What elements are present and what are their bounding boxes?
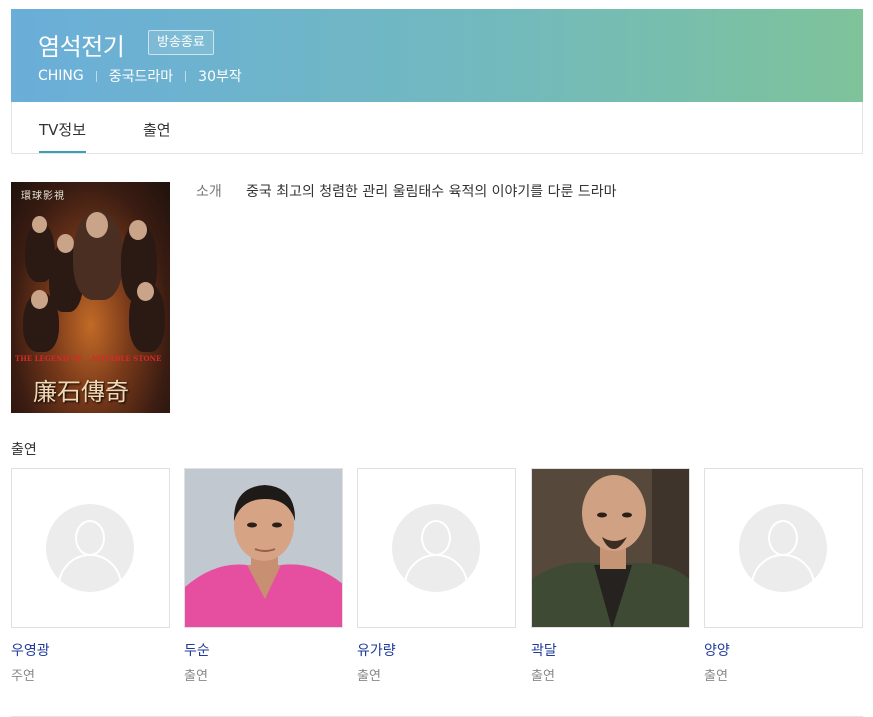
intro-label: 소개 — [196, 184, 222, 200]
cast-name[interactable]: 두순 — [184, 640, 343, 660]
cast-card[interactable]: 양양 출연 — [704, 468, 863, 684]
meta-divider — [185, 70, 187, 82]
cast-role: 주연 — [11, 669, 35, 684]
cast-photo[interactable] — [184, 468, 343, 628]
person-placeholder-icon — [46, 504, 134, 592]
cast-role: 출연 — [357, 669, 381, 684]
actor-portrait — [185, 469, 342, 627]
intro-text: 중국 최고의 청렴한 관리 울림태수 육적의 이야기를 다룬 드라마 — [246, 184, 617, 200]
poster-face — [31, 290, 48, 309]
person-placeholder-icon — [392, 504, 480, 592]
tab-bar: TV정보 출연 — [11, 102, 863, 154]
cast-name[interactable]: 곽달 — [531, 640, 690, 660]
cast-role: 출연 — [704, 669, 728, 684]
cast-card[interactable]: 우영광 주연 — [11, 468, 170, 684]
meta-divider — [95, 70, 97, 82]
cast-name[interactable]: 우영광 — [11, 640, 170, 660]
cast-name[interactable]: 양양 — [704, 640, 863, 660]
meta-channel[interactable]: CHING — [38, 68, 84, 84]
tab-tv-info[interactable]: TV정보 — [39, 119, 87, 153]
poster-face — [32, 216, 47, 233]
meta-genre: 중국드라마 — [108, 69, 174, 85]
poster-face — [129, 220, 147, 240]
cast-photo[interactable] — [531, 468, 690, 628]
drama-meta: CHING 중국드라마 30부작 — [38, 66, 242, 86]
cast-photo[interactable] — [357, 468, 516, 628]
poster-face — [137, 282, 154, 301]
person-placeholder-icon — [739, 504, 827, 592]
poster-studio-text: 環球影視 — [21, 191, 65, 202]
status-badge: 방송종료 — [148, 30, 214, 55]
cast-photo[interactable] — [704, 468, 863, 628]
cast-role: 출연 — [531, 669, 555, 684]
cast-photo[interactable] — [11, 468, 170, 628]
intro-section: 소개 중국 최고의 청렴한 관리 울림태수 육적의 이야기를 다룬 드라마 — [196, 181, 616, 201]
poster-face — [86, 212, 108, 238]
poster-face — [57, 234, 74, 253]
drama-title: 염석전기 — [38, 33, 125, 61]
drama-header: 염석전기 방송종료 CHING 중국드라마 30부작 — [11, 9, 863, 102]
tab-cast[interactable]: 출연 — [143, 119, 171, 140]
actor-portrait — [532, 469, 689, 627]
poster-chinese-title: 廉石傳奇 — [33, 378, 129, 406]
cast-card[interactable]: 두순 출연 — [184, 468, 343, 684]
cast-name[interactable]: 유가량 — [357, 640, 516, 660]
cast-role: 출연 — [184, 669, 208, 684]
cast-card[interactable]: 곽달 출연 — [531, 468, 690, 684]
cast-card[interactable]: 유가량 출연 — [357, 468, 516, 684]
poster-english-title: THE LEGEND OF ...NOTABLE STONE — [15, 354, 162, 363]
meta-episodes: 30부작 — [198, 69, 242, 85]
cast-section-title: 출연 — [11, 442, 37, 458]
poster-image[interactable]: 環球影視 THE LEGEND OF ...NOTABLE STONE 廉石傳奇 — [11, 182, 170, 413]
